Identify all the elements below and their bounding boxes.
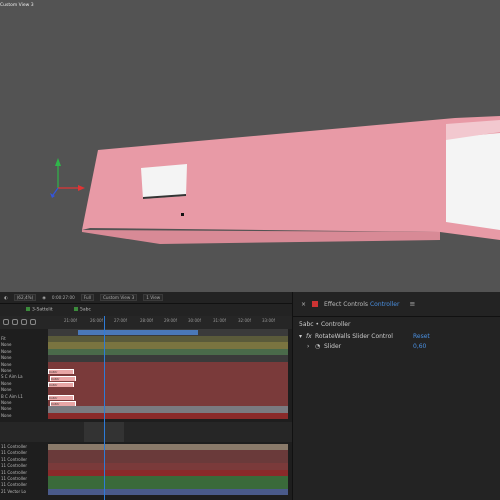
layer-row[interactable]: None <box>0 412 292 420</box>
pink-slab-side-light <box>446 133 500 230</box>
pink-slab-front <box>82 230 440 244</box>
stopwatch-icon[interactable]: ◔ <box>315 343 320 350</box>
zoom-select[interactable]: (62,4%) <box>13 294 37 301</box>
composition-viewport[interactable]: Custom View 3 <box>0 0 500 292</box>
comp-path: 5abc • Controller <box>299 321 351 328</box>
view-select[interactable]: Custom View 3 <box>99 294 138 301</box>
timecode[interactable]: 0:00:27:00 <box>52 295 75 300</box>
composition-toolbar: ◐ (62,4%) ◉ 0:00:27:00 Full Custom View … <box>0 292 292 303</box>
hole-cutout <box>141 164 187 199</box>
effect-controls-header: × Effect Controls Controller ≡ <box>293 292 500 317</box>
layer-stack: Fit None None None None None Cntrlr S C A… <box>0 336 292 500</box>
effect-row[interactable]: ▾ fx RotateWalls Slider Control Reset <box>293 332 500 342</box>
ruler-tick: 29:00f <box>164 318 177 323</box>
param-row[interactable]: › ◔ Slider 0,60 <box>293 342 500 352</box>
tab-3-sattelit[interactable]: 3-Sattelit <box>26 307 53 313</box>
anchor-point[interactable] <box>181 213 184 216</box>
work-area-range[interactable] <box>78 330 198 335</box>
camera-icon[interactable]: ◉ <box>42 295 46 300</box>
ruler-tick: 27:00f <box>114 318 127 323</box>
toggle-icon[interactable]: ◐ <box>4 295 8 300</box>
tab-5abc[interactable]: 5abc <box>74 307 91 313</box>
scene-canvas[interactable] <box>0 0 500 292</box>
layer-row[interactable]: 21 Vector Lo <box>0 488 292 496</box>
timeline-tabs: 3-Sattelit 5abc <box>0 303 292 316</box>
ruler-tick: 30:00f <box>188 318 201 323</box>
chevron-right-icon[interactable]: › <box>307 343 309 350</box>
ruler-tick: 28:00f <box>140 318 153 323</box>
slider-value[interactable]: 0,60 <box>413 343 426 350</box>
ruler-tick: 21:00f <box>64 318 77 323</box>
resolution-select[interactable]: Full <box>80 294 94 301</box>
viewport-label: Custom View 3 <box>0 3 34 8</box>
fx-icon: fx <box>306 333 312 340</box>
ruler-tick: 26:00f <box>90 318 103 323</box>
search-icon[interactable] <box>3 319 9 325</box>
reset-button[interactable]: Reset <box>413 333 430 340</box>
panel-title[interactable]: Effect Controls Controller <box>324 301 399 308</box>
axis-gizmo[interactable] <box>50 158 85 198</box>
effect-name: RotateWalls Slider Control <box>315 333 393 340</box>
ruler-tick: 32:00f <box>238 318 251 323</box>
close-icon[interactable]: × <box>301 301 306 308</box>
ruler-tick: 31:00f <box>213 318 226 323</box>
param-name: Slider <box>324 343 342 350</box>
graph-editor-icon[interactable] <box>30 319 36 325</box>
lock-icon[interactable] <box>312 301 319 307</box>
work-area-bar[interactable] <box>48 329 288 336</box>
views-layout-select[interactable]: 1 View <box>143 294 164 301</box>
ruler-tick: 33:00f <box>262 318 275 323</box>
motion-blur-icon[interactable] <box>21 319 27 325</box>
time-ruler[interactable]: 21:00f 26:00f 27:00f 28:00f 29:00f 30:00… <box>0 316 292 329</box>
shy-icon[interactable] <box>12 319 18 325</box>
playhead[interactable] <box>104 316 105 500</box>
panel-menu-icon[interactable]: ≡ <box>409 300 415 308</box>
keyframe-area[interactable] <box>0 422 292 442</box>
effect-controls-panel: × Effect Controls Controller ≡ 5abc • Co… <box>292 292 500 500</box>
chevron-down-icon[interactable]: ▾ <box>299 333 302 340</box>
